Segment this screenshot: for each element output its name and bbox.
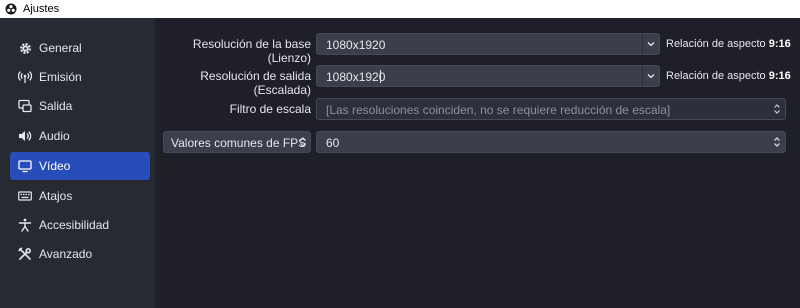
sidebar-item-accesibilidad[interactable]: Accesibilidad bbox=[10, 211, 150, 239]
fps-type-value: Valores comunes de FPS bbox=[171, 136, 307, 150]
keyboard-icon bbox=[18, 189, 32, 203]
base-resolution-value: 1080x1920 bbox=[326, 38, 386, 52]
accessibility-icon bbox=[18, 218, 32, 232]
sidebar-item-label: Avanzado bbox=[39, 247, 93, 261]
chevron-down-icon[interactable] bbox=[642, 34, 659, 54]
sidebar-item-atajos[interactable]: Atajos bbox=[10, 182, 150, 210]
output-resolution-combobox[interactable]: 1080x1920 bbox=[316, 65, 660, 87]
output-aspect-ratio: Relación de aspecto 9:16 bbox=[666, 70, 791, 82]
fps-value-select[interactable]: 60 bbox=[316, 131, 786, 153]
sidebar-item-video[interactable]: Vídeo bbox=[10, 152, 150, 180]
tools-icon bbox=[18, 247, 32, 261]
speaker-icon bbox=[18, 129, 32, 143]
updown-arrows-icon[interactable] bbox=[296, 132, 310, 152]
output-resolution-value: 1080x1920 bbox=[326, 70, 386, 84]
sidebar-item-label: Audio bbox=[39, 129, 70, 143]
video-settings-panel: Resolución de la base (Lienzo) 1080x1920… bbox=[155, 18, 800, 308]
scale-filter-value: [Las resoluciones coinciden, no se requi… bbox=[326, 103, 671, 117]
settings-sidebar: General Emisión Salida Audio Vídeo Atajo… bbox=[0, 18, 155, 308]
monitor-icon bbox=[18, 159, 32, 173]
fps-type-select[interactable]: Valores comunes de FPS bbox=[163, 131, 311, 153]
window-title: Ajustes bbox=[23, 3, 60, 15]
gear-icon bbox=[18, 41, 32, 55]
updown-arrows-icon[interactable] bbox=[769, 132, 785, 152]
base-aspect-ratio: Relación de aspecto 9:16 bbox=[666, 38, 791, 50]
output-resolution-label: Resolución de salida (Escalada) bbox=[200, 69, 311, 97]
sidebar-item-general[interactable]: General bbox=[10, 34, 150, 62]
chevron-down-icon[interactable] bbox=[642, 66, 659, 86]
sidebar-item-label: Vídeo bbox=[39, 159, 71, 173]
scale-filter-label: Filtro de escala bbox=[229, 102, 311, 116]
obs-logo-icon bbox=[5, 3, 17, 15]
sidebar-item-avanzado[interactable]: Avanzado bbox=[10, 240, 150, 268]
sidebar-item-label: Accesibilidad bbox=[39, 218, 110, 232]
sidebar-item-salida[interactable]: Salida bbox=[10, 92, 150, 120]
title-bar: Ajustes bbox=[0, 0, 800, 18]
updown-arrows-icon[interactable] bbox=[769, 99, 785, 119]
fps-value: 60 bbox=[326, 136, 340, 150]
scale-filter-select[interactable]: [Las resoluciones coinciden, no se requi… bbox=[316, 98, 786, 120]
sidebar-item-label: Atajos bbox=[39, 189, 73, 203]
sidebar-item-label: General bbox=[39, 41, 82, 55]
sidebar-item-label: Emisión bbox=[39, 70, 82, 84]
output-icon bbox=[18, 99, 32, 113]
sidebar-item-label: Salida bbox=[39, 99, 73, 113]
base-resolution-combobox[interactable]: 1080x1920 bbox=[316, 33, 660, 55]
broadcast-icon bbox=[18, 70, 32, 84]
sidebar-item-audio[interactable]: Audio bbox=[10, 122, 150, 150]
sidebar-item-emision[interactable]: Emisión bbox=[10, 63, 150, 91]
base-resolution-label: Resolución de la base (Lienzo) bbox=[192, 37, 311, 65]
text-cursor bbox=[380, 70, 381, 83]
